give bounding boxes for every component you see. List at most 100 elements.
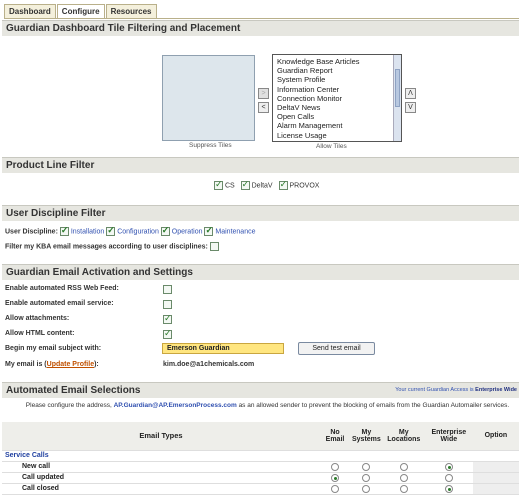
suppress-tiles-list[interactable] xyxy=(162,55,255,141)
my-email-suffix: ): xyxy=(94,361,99,368)
update-profile-link[interactable]: Update Profile xyxy=(47,361,94,368)
option-cell xyxy=(472,461,519,473)
radio-my-locations[interactable] xyxy=(399,462,408,471)
my-email-value: kim.doe@a1chemicals.com xyxy=(163,361,255,368)
subject-label: Begin my email subject with: xyxy=(5,345,102,352)
tab-bar: Dashboard Configure Resources xyxy=(4,4,158,19)
radio-enterprise-wide[interactable] xyxy=(444,462,453,471)
table-row: Call updated xyxy=(2,472,519,484)
email-section-title: Guardian Email Activation and Settings xyxy=(6,267,193,278)
list-item[interactable]: Information Center xyxy=(277,85,397,94)
column-email-types: Email Types xyxy=(2,422,320,451)
subject-input[interactable]: Emerson Guardian xyxy=(162,343,284,354)
group-service-calls: Service Calls xyxy=(2,450,519,462)
rss-checkbox[interactable] xyxy=(163,285,172,294)
scrollbar-thumb[interactable] xyxy=(395,69,400,107)
table-header-row: Email Types No Email My Systems My Locat… xyxy=(2,422,519,451)
column-enterprise-wide: Enterprise Wide xyxy=(424,422,473,451)
list-item[interactable]: License Usage xyxy=(277,131,397,140)
column-option: Option xyxy=(472,422,519,451)
radio-no-email[interactable] xyxy=(331,473,339,482)
list-item[interactable]: Alarm Management xyxy=(277,121,397,130)
send-test-email-button[interactable]: Send test email xyxy=(298,342,375,355)
row-label: New call xyxy=(2,461,320,473)
list-item[interactable]: DeltaV News xyxy=(277,103,397,112)
discipline-maintenance-checkbox[interactable] xyxy=(204,225,214,236)
radio-enterprise-wide[interactable] xyxy=(444,473,453,482)
discipline-label: User Discipline: xyxy=(5,228,58,236)
discipline-configuration-label: Configuration xyxy=(117,228,159,236)
product-section-title: Product Line Filter xyxy=(6,160,95,171)
list-item[interactable]: Connection Monitor xyxy=(277,94,397,103)
list-item[interactable]: Guardian Report xyxy=(277,66,397,75)
radio-enterprise-wide[interactable] xyxy=(444,484,453,493)
discipline-operation-label: Operation xyxy=(171,228,203,236)
product-provox-checkbox[interactable] xyxy=(278,179,288,190)
table-row: New call xyxy=(2,461,519,473)
kba-filter-row: Filter my KBA email messages according t… xyxy=(5,242,219,251)
attachments-label: Allow attachments: xyxy=(5,315,70,322)
discipline-configuration-checkbox[interactable] xyxy=(106,225,116,236)
email-section-header: Guardian Email Activation and Settings xyxy=(2,264,519,280)
discipline-operation-checkbox[interactable] xyxy=(160,225,170,236)
product-provox-label: PROVOX xyxy=(289,182,320,190)
discipline-maintenance-label: Maintenance xyxy=(215,228,256,236)
move-left-button[interactable]: < xyxy=(258,102,269,113)
column-no-email: No Email xyxy=(320,422,350,451)
allow-tiles-caption: Allow Tiles xyxy=(316,143,347,150)
email-service-checkbox[interactable] xyxy=(163,300,172,309)
kba-filter-checkbox[interactable] xyxy=(209,242,219,251)
column-my-locations: My Locations xyxy=(382,422,425,451)
radio-my-systems[interactable] xyxy=(362,484,371,493)
discipline-installation-label: Installation xyxy=(70,228,105,236)
my-email-prefix: My email is ( xyxy=(5,361,47,368)
group-row: Service Calls xyxy=(2,450,519,462)
move-right-button[interactable]: > xyxy=(258,88,269,99)
html-content-label: Allow HTML content: xyxy=(5,330,75,337)
option-cell xyxy=(472,472,519,484)
option-cell xyxy=(472,483,519,495)
auto-section-header: Automated Email Selections Your current … xyxy=(2,382,519,398)
product-deltav-checkbox[interactable] xyxy=(240,179,250,190)
tab-divider xyxy=(4,18,519,19)
rss-label: Enable automated RSS Web Feed: xyxy=(5,285,119,292)
product-filter-row: CS DeltaV PROVOX xyxy=(214,179,320,190)
discipline-row: User Discipline: Installation Configurat… xyxy=(5,225,256,236)
auto-section-title: Automated Email Selections xyxy=(6,385,141,396)
allow-tiles-scrollbar[interactable] xyxy=(393,55,401,141)
row-label: Call updated xyxy=(2,472,320,484)
product-deltav-label: DeltaV xyxy=(251,182,273,190)
access-note-prefix: Your current Guardian Access is xyxy=(395,387,476,393)
column-my-systems: My Systems xyxy=(350,422,383,451)
list-item[interactable]: Open Calls xyxy=(277,112,397,121)
allow-tiles-list[interactable]: Knowledge Base Articles Guardian Report … xyxy=(272,54,402,142)
tab-resources[interactable]: Resources xyxy=(105,4,157,19)
discipline-installation-checkbox[interactable] xyxy=(59,225,69,236)
notice-address: AP.Guardian@AP.EmersonProcess.com xyxy=(113,402,237,409)
list-item[interactable]: System Profile xyxy=(277,75,397,84)
radio-my-systems[interactable] xyxy=(362,462,371,471)
radio-no-email[interactable] xyxy=(331,484,339,493)
list-item[interactable]: Knowledge Base Articles xyxy=(277,57,397,66)
tile-section-title: Guardian Dashboard Tile Filtering and Pl… xyxy=(6,23,241,34)
move-down-button[interactable]: V xyxy=(405,102,416,113)
product-cs-checkbox[interactable] xyxy=(214,179,223,190)
tab-dashboard[interactable]: Dashboard xyxy=(4,4,56,19)
html-content-checkbox[interactable] xyxy=(163,328,172,339)
notice-suffix: as an allowed sender to prevent the bloc… xyxy=(236,402,510,409)
discipline-section-title: User Discipline Filter xyxy=(6,208,106,219)
email-selections-table: Email Types No Email My Systems My Locat… xyxy=(2,422,519,495)
email-service-label: Enable automated email service: xyxy=(5,300,114,307)
move-up-button[interactable]: Λ xyxy=(405,88,416,99)
radio-my-locations[interactable] xyxy=(399,473,408,482)
radio-my-locations[interactable] xyxy=(399,484,408,493)
attachments-checkbox[interactable] xyxy=(163,313,172,324)
row-label: Call closed xyxy=(2,483,320,495)
radio-my-systems[interactable] xyxy=(362,473,371,482)
radio-no-email[interactable] xyxy=(331,462,339,471)
tab-configure[interactable]: Configure xyxy=(56,4,105,19)
table-row: Call closed xyxy=(2,483,519,495)
my-email-row: My email is (Update Profile): xyxy=(5,361,99,368)
discipline-section-header: User Discipline Filter xyxy=(2,205,519,221)
product-cs-label: CS xyxy=(224,182,235,190)
